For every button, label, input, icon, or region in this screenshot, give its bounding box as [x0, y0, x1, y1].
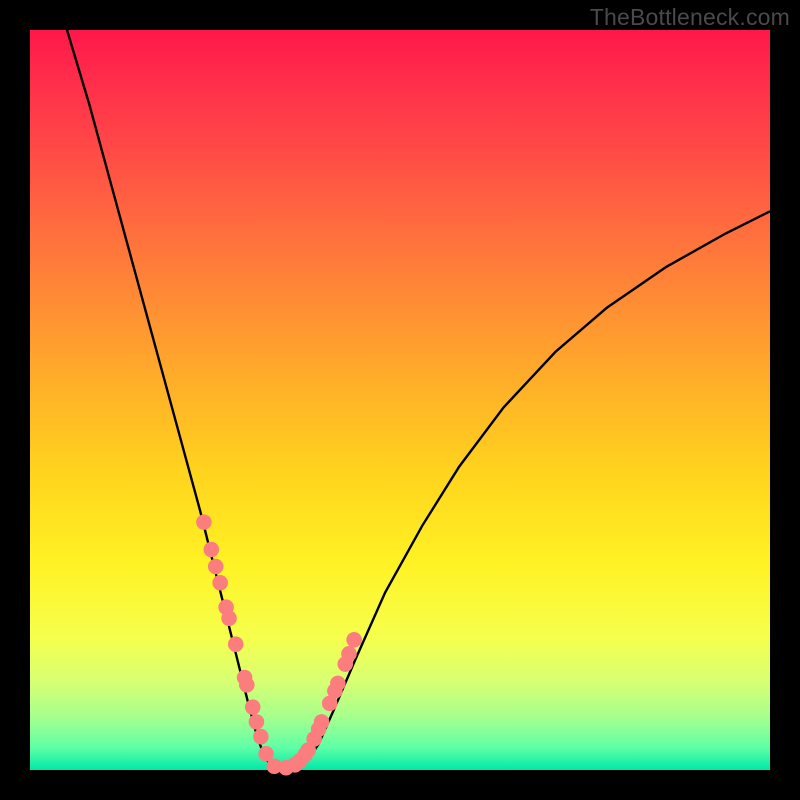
plot-area: [30, 30, 770, 770]
dot-highlight-dots: [239, 677, 255, 693]
dot-highlight-dots: [245, 699, 261, 715]
dot-highlight-dots: [228, 636, 244, 652]
chart-svg: [30, 30, 770, 770]
dot-highlight-dots: [314, 714, 330, 730]
dot-highlight-dots: [204, 542, 220, 558]
dot-highlight-dots: [208, 559, 224, 575]
dot-highlight-dots: [221, 611, 237, 627]
dot-highlight-dots: [249, 714, 265, 730]
dot-highlight-dots: [253, 729, 269, 745]
dot-highlight-dots: [346, 632, 362, 648]
dot-highlight-dots: [212, 575, 228, 591]
dot-highlight-dots: [341, 646, 357, 662]
series-right-curve: [308, 211, 771, 760]
dot-highlight-dots: [330, 676, 346, 692]
watermark-text: TheBottleneck.com: [590, 4, 790, 31]
dot-highlight-dots: [196, 514, 212, 530]
chart-frame: TheBottleneck.com: [0, 0, 800, 800]
